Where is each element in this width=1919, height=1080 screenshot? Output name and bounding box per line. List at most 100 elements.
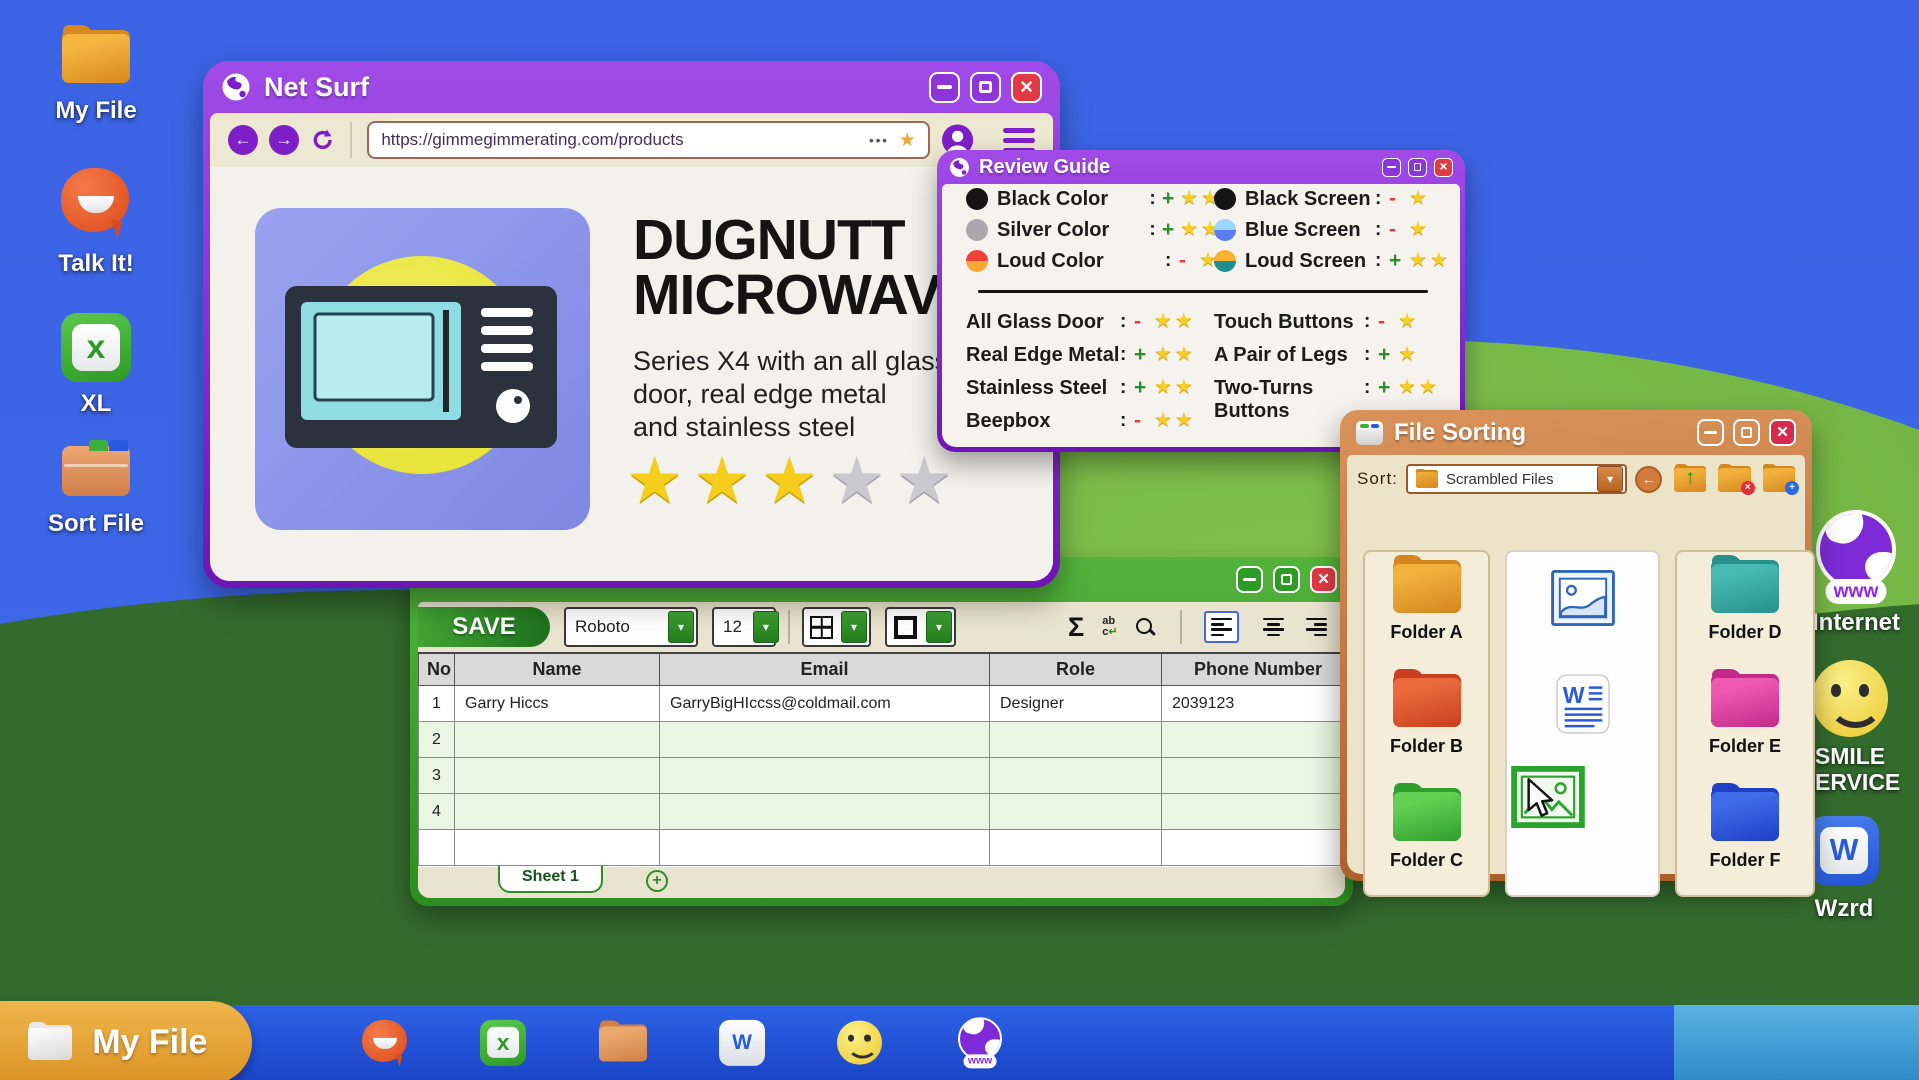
table-cell[interactable] (660, 830, 990, 866)
table-cell[interactable] (660, 722, 990, 758)
chevron-down-icon[interactable]: ▾ (841, 611, 867, 643)
table-cell[interactable] (455, 830, 660, 866)
sort-dropdown[interactable]: Scrambled Files ▾ (1406, 464, 1627, 494)
folder-item[interactable]: Folder F (1677, 788, 1813, 871)
font-dropdown[interactable]: Roboto ▾ (564, 607, 698, 647)
smiley-icon (837, 1020, 882, 1065)
review-section-features-left: All Glass Door : - ★★ Real Edge Metal : … (966, 306, 1222, 438)
align-right-button[interactable] (1306, 618, 1327, 637)
sheet-tab[interactable]: Sheet 1 (498, 866, 603, 893)
table-cell[interactable] (660, 794, 990, 830)
review-section-screens: Black Screen : - ★ Blue Screen : - ★ Lou… (1214, 184, 1460, 276)
table-cell[interactable]: 2 (419, 722, 455, 758)
maximize-button[interactable] (1408, 158, 1427, 177)
chevron-down-icon[interactable]: ▾ (668, 611, 694, 643)
word-document-file[interactable]: W (1507, 674, 1658, 734)
review-item-label: A Pair of Legs (1214, 344, 1364, 367)
taskbar-icon-word[interactable]: W (719, 1019, 765, 1065)
review-item-label: Blue Screen (1245, 219, 1375, 242)
table-cell[interactable] (1162, 758, 1346, 794)
folder-item[interactable]: Folder A (1365, 560, 1488, 643)
table-cell[interactable] (1162, 830, 1346, 866)
table-cell[interactable]: 1 (419, 686, 455, 722)
add-sheet-button[interactable]: + (646, 870, 668, 892)
table-cell[interactable] (990, 830, 1162, 866)
desktop-icon-sort-file[interactable]: Sort File (36, 440, 156, 496)
folder-item[interactable]: Folder E (1677, 674, 1813, 757)
image-file-green[interactable] (1511, 766, 1658, 828)
image-file-blue[interactable] (1507, 570, 1658, 626)
new-folder-button[interactable]: + (1763, 466, 1795, 491)
folder-up-button[interactable]: ↑ (1674, 466, 1706, 491)
font-size-dropdown[interactable]: 12 ▾ (712, 607, 776, 647)
close-button[interactable]: × (1011, 72, 1042, 103)
borders-dropdown[interactable]: ▾ (802, 607, 871, 647)
table-cell[interactable]: GarryBigHIccss@coldmail.com (660, 686, 990, 722)
refresh-icon[interactable] (310, 127, 335, 153)
table-cell[interactable] (660, 758, 990, 794)
search-icon[interactable] (1134, 616, 1156, 638)
wrap-text-button[interactable]: ab c↵ (1102, 616, 1117, 638)
table-cell[interactable]: Designer (990, 686, 1162, 722)
desktop-icon-talk-it[interactable]: Talk It! (36, 168, 156, 237)
svg-text:W: W (1562, 682, 1584, 708)
table-cell[interactable] (455, 722, 660, 758)
minimize-button[interactable] (1382, 158, 1401, 177)
table-cell[interactable]: 2039123 (1162, 686, 1346, 722)
delete-folder-button[interactable]: × (1718, 466, 1750, 491)
chevron-down-icon[interactable]: ▾ (1597, 466, 1623, 492)
table-cell[interactable] (990, 758, 1162, 794)
table-cell[interactable] (419, 830, 455, 866)
menu-icon[interactable] (1003, 128, 1035, 153)
table-cell[interactable] (455, 758, 660, 794)
delete-badge-icon: × (1741, 481, 1755, 495)
start-button[interactable]: My File (0, 1001, 252, 1080)
table-cell[interactable] (455, 794, 660, 830)
back-button[interactable]: ← (1635, 466, 1662, 493)
maximize-button[interactable] (1273, 566, 1300, 593)
desktop-icon-internet[interactable]: www Internet (1800, 510, 1912, 637)
folder-item[interactable]: Folder D (1677, 560, 1813, 643)
back-button[interactable]: ← (228, 125, 258, 155)
desktop-icon-my-file[interactable]: My File (36, 30, 156, 83)
table-cell[interactable]: Garry Hiccs (455, 686, 660, 722)
close-button[interactable]: × (1769, 419, 1796, 446)
close-button[interactable]: × (1434, 158, 1453, 177)
close-button[interactable]: × (1310, 566, 1337, 593)
align-left-button[interactable] (1204, 611, 1239, 644)
taskbar-icon-xl[interactable]: x (480, 1019, 526, 1065)
chevron-down-icon[interactable]: ▾ (753, 611, 779, 643)
forward-button[interactable]: → (269, 125, 299, 155)
chevron-down-icon[interactable]: ▾ (926, 611, 952, 643)
url-menu-icon[interactable]: ••• (869, 133, 889, 148)
align-center-button[interactable] (1263, 618, 1284, 637)
table-cell[interactable] (990, 722, 1162, 758)
review-sign: + (1378, 377, 1398, 398)
save-button[interactable]: SAVE (418, 607, 550, 647)
desktop-icon-xl[interactable]: x XL (36, 313, 156, 382)
minimize-button[interactable] (929, 72, 960, 103)
table-cell[interactable] (1162, 722, 1346, 758)
minimize-button[interactable] (1236, 566, 1263, 593)
product-image[interactable] (255, 208, 590, 530)
taskbar-icon-internet[interactable]: www (956, 1017, 1004, 1068)
url-bar[interactable]: https://gimmegimmerating.com/products ••… (367, 121, 930, 159)
color-dot (966, 250, 988, 272)
folder-item[interactable]: Folder B (1365, 674, 1488, 757)
table-cell[interactable]: 3 (419, 758, 455, 794)
maximize-button[interactable] (970, 72, 1001, 103)
sum-button[interactable]: Σ (1068, 612, 1084, 643)
maximize-button[interactable] (1733, 419, 1760, 446)
table-cell[interactable] (1162, 794, 1346, 830)
taskbar-icon-smile[interactable] (837, 1020, 882, 1065)
taskbar-icon-talk-it[interactable] (362, 1019, 408, 1065)
table-cell[interactable]: 4 (419, 794, 455, 830)
taskbar-icon-sort-file[interactable] (599, 1024, 647, 1061)
folder-item[interactable]: Folder C (1365, 788, 1488, 871)
minimize-button[interactable] (1697, 419, 1724, 446)
review-item-label: All Glass Door (966, 311, 1120, 334)
fill-dropdown[interactable]: ▾ (885, 607, 956, 647)
folder-icon (1393, 788, 1461, 841)
bookmark-star-icon[interactable]: ★ (899, 129, 916, 152)
table-cell[interactable] (990, 794, 1162, 830)
